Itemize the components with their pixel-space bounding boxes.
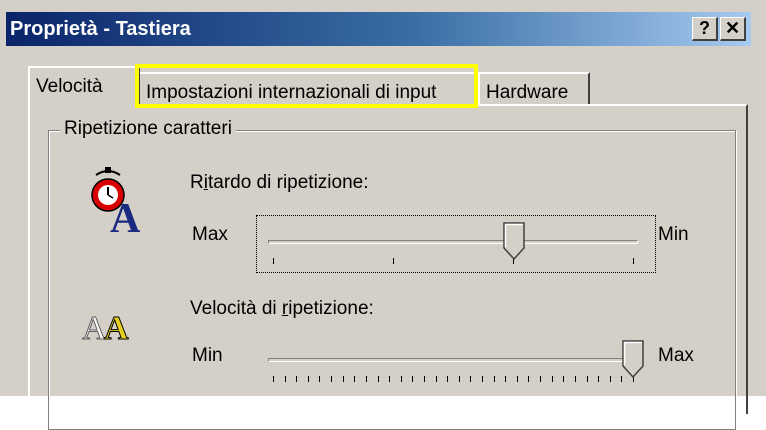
svg-text:A: A bbox=[110, 196, 141, 235]
help-button[interactable]: ? bbox=[692, 17, 718, 41]
group-title: Ripetizione caratteri bbox=[60, 118, 236, 140]
title-bar[interactable]: Proprietà - Tastiera ? ✕ bbox=[6, 12, 751, 46]
tab-label: Hardware bbox=[486, 82, 569, 103]
tab-label: Velocità bbox=[36, 76, 103, 97]
svg-text:A: A bbox=[104, 310, 129, 345]
tab-velocita[interactable]: Velocità bbox=[28, 66, 140, 106]
tab-panel bbox=[28, 104, 748, 414]
double-a-icon: A A bbox=[82, 310, 130, 346]
window-title: Proprietà - Tastiera bbox=[10, 18, 191, 40]
tab-highlight-box bbox=[135, 64, 478, 108]
keyboard-properties-dialog: Proprietà - Tastiera ? ✕ Velocità Impost… bbox=[0, 0, 766, 430]
close-button[interactable]: ✕ bbox=[720, 17, 746, 41]
stopwatch-a-icon: A bbox=[91, 167, 141, 235]
tab-hardware[interactable]: Hardware bbox=[478, 72, 590, 105]
